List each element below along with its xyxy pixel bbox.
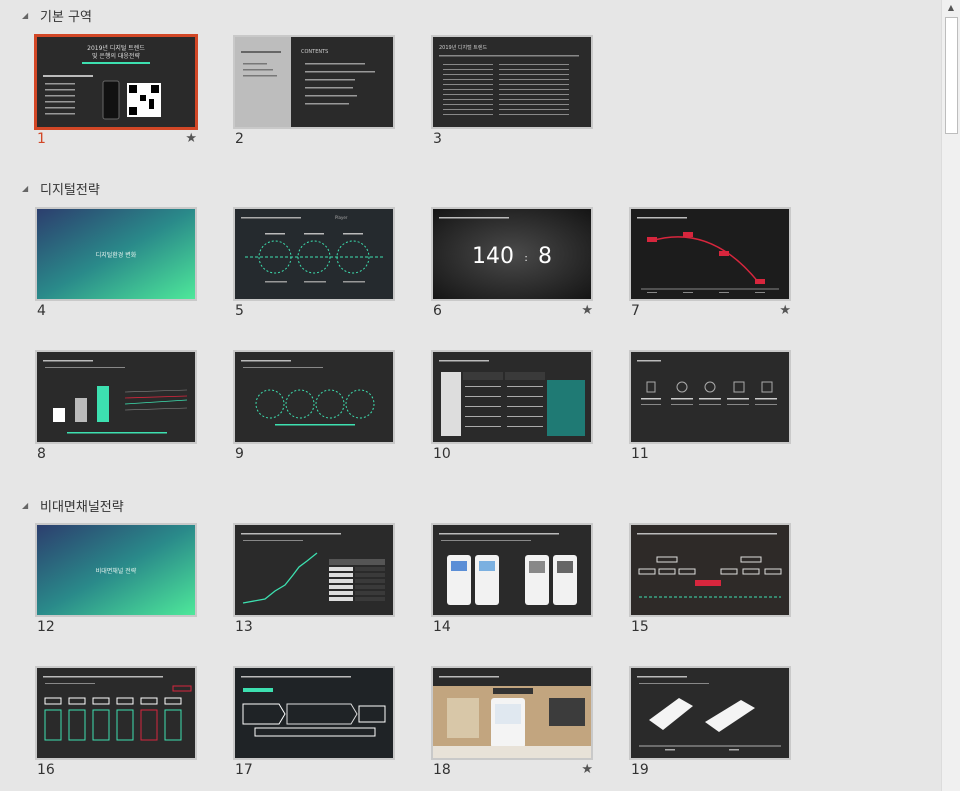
slide-title-line: Player — [335, 215, 348, 220]
vertical-scrollbar[interactable]: ▲ — [941, 0, 960, 791]
star-icon: ★ — [185, 131, 197, 146]
slide-number: 16 — [37, 762, 55, 778]
slide-preview — [629, 207, 791, 301]
slide-preview — [629, 523, 791, 617]
star-icon[interactable]: ★ — [581, 303, 593, 318]
slide-number: 4 — [37, 303, 46, 319]
slide-thumbnail[interactable]: 18 ★ — [431, 666, 593, 784]
slide-preview — [431, 523, 593, 617]
section-header-basic[interactable]: ◢ 기본 구역 — [22, 4, 92, 26]
star-icon[interactable]: ★ — [581, 762, 593, 777]
scroll-up-arrow-icon[interactable]: ▲ — [942, 0, 960, 16]
slide-number: 5 — [235, 303, 244, 319]
slide-preview — [431, 350, 593, 444]
slide-preview: 디지털환경 변화 — [35, 207, 197, 301]
slide-number: 2 — [235, 131, 244, 147]
slide-thumbnail[interactable]: 17 — [233, 666, 395, 784]
slide-thumbnail[interactable]: 2019년 디지털 트렌드 및 은행의 대응전략 1 ★ — [34, 34, 198, 153]
slide-preview: CONTENTS — [233, 35, 395, 129]
slide-preview — [233, 666, 395, 760]
slide-number: 9 — [235, 446, 244, 462]
slide-preview: 2019년 디지털 트렌드 및 은행의 대응전략 — [34, 34, 198, 130]
slide-thumbnail[interactable]: 10 — [431, 350, 593, 468]
slide-preview — [233, 350, 395, 444]
slide-number: 3 — [433, 131, 442, 147]
slide-number: 19 — [631, 762, 649, 778]
slide-number: 14 — [433, 619, 451, 635]
slide-thumbnail[interactable]: 2019년 디지털 트렌드 3 — [431, 35, 593, 153]
slide-thumbnail[interactable]: 8 — [35, 350, 197, 468]
slide-thumbnail[interactable]: 디지털환경 변화 4 — [35, 207, 197, 325]
slide-number: 7 — [631, 303, 640, 319]
section-title: 기본 구역 — [40, 9, 92, 25]
slide-thumbnail[interactable]: 13 — [233, 523, 395, 641]
slide-big-number: 8 — [538, 244, 552, 269]
scrollbar-thumb[interactable] — [945, 17, 958, 134]
slide-preview — [629, 350, 791, 444]
section-title: 비대면채널전략 — [40, 499, 124, 515]
slide-preview: 2019년 디지털 트렌드 — [431, 35, 593, 129]
star-icon[interactable]: ★ — [779, 303, 791, 318]
section-title: 디지털전략 — [40, 182, 100, 198]
slide-thumbnail[interactable]: 140 : 8 6 ★ — [431, 207, 593, 325]
slide-title-line: 비대면채널 전략 — [96, 567, 137, 575]
slide-preview — [35, 350, 197, 444]
slide-number: 15 — [631, 619, 649, 635]
slide-title-line: 및 은행의 대응전략 — [92, 52, 140, 60]
slide-big-number: 140 — [472, 244, 514, 269]
slide-number: 12 — [37, 619, 55, 635]
collapse-triangle-icon[interactable]: ◢ — [22, 11, 32, 20]
section-header-nonface[interactable]: ◢ 비대면채널전략 — [22, 494, 124, 516]
slide-title-line: 2019년 디지털 트렌드 — [87, 44, 145, 52]
slide-number: 8 — [37, 446, 46, 462]
slide-number: 18 — [433, 762, 451, 778]
section-header-digital[interactable]: ◢ 디지털전략 — [22, 177, 100, 199]
slide-preview — [35, 666, 197, 760]
slide-sorter: ◢ 기본 구역 2019년 디지털 트렌드 및 은행의 대응전략 1 ★ CON… — [0, 0, 942, 791]
slide-thumbnail[interactable]: Player 5 — [233, 207, 395, 325]
collapse-triangle-icon[interactable]: ◢ — [22, 501, 32, 510]
slide-thumbnail[interactable]: 9 — [233, 350, 395, 468]
slide-title-line: 디지털환경 변화 — [96, 251, 137, 259]
slide-thumbnail[interactable]: 14 — [431, 523, 593, 641]
slide-thumbnail[interactable]: 19 — [629, 666, 791, 784]
slide-preview — [233, 523, 395, 617]
slide-number: 11 — [631, 446, 649, 462]
slide-separator: : — [524, 253, 527, 264]
slide-title-line: CONTENTS — [301, 49, 328, 55]
slide-number: 10 — [433, 446, 451, 462]
slide-title-line: 2019년 디지털 트렌드 — [439, 44, 488, 51]
slide-thumbnail[interactable]: 11 — [629, 350, 791, 468]
collapse-triangle-icon[interactable]: ◢ — [22, 184, 32, 193]
slide-preview: 비대면채널 전략 — [35, 523, 197, 617]
slide-thumbnail[interactable]: CONTENTS 2 — [233, 35, 395, 153]
slide-preview: 140 : 8 — [431, 207, 593, 301]
slide-number: 6 — [433, 303, 442, 319]
slide-preview — [431, 666, 593, 760]
slide-preview: Player — [233, 207, 395, 301]
slide-number: 1 — [37, 131, 46, 147]
slide-thumbnail[interactable]: 16 — [35, 666, 197, 784]
slide-thumbnail[interactable]: 7 ★ — [629, 207, 791, 325]
slide-thumbnail[interactable]: 비대면채널 전략 12 — [35, 523, 197, 641]
slide-number: 13 — [235, 619, 253, 635]
slide-thumbnail[interactable]: 15 — [629, 523, 791, 641]
slide-preview — [629, 666, 791, 760]
slide-number: 17 — [235, 762, 253, 778]
